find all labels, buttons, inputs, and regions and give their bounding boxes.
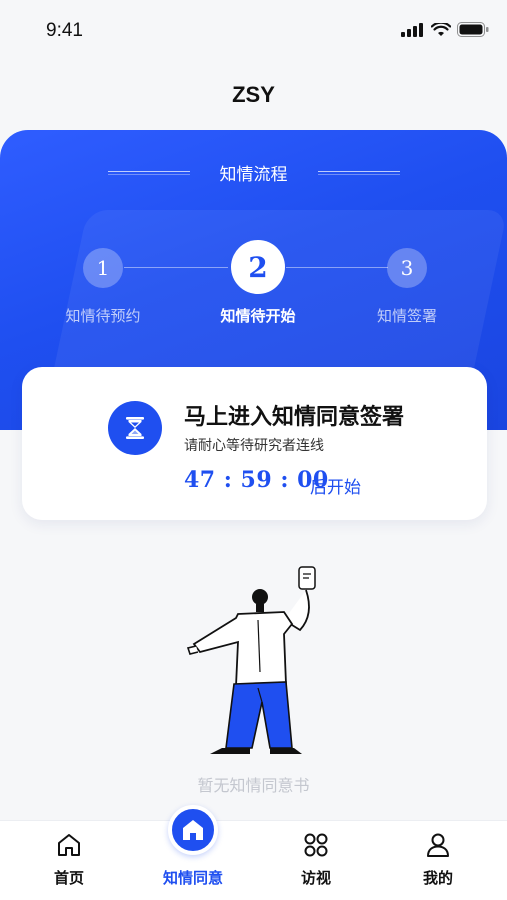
- bottom-tab-bar: 首页 知情同意 访视 我的: [0, 805, 507, 900]
- countdown-suffix: 后开始: [310, 478, 361, 498]
- step-2-circle: 2: [231, 240, 285, 294]
- signal-icon: [401, 22, 423, 37]
- tab-visit-label: 访视: [300, 869, 331, 887]
- title-decoration-right: [318, 171, 400, 175]
- tab-home[interactable]: 首页: [9, 821, 129, 900]
- status-time: 9:41: [46, 20, 83, 41]
- tab-informed-consent-label: 知情同意: [162, 869, 223, 887]
- countdown-timer: 47 : 59 : 00: [184, 467, 329, 493]
- empty-state-text: 暂无知情同意书: [197, 776, 310, 795]
- step-3-circle: 3: [387, 248, 427, 288]
- home-filled-icon: [168, 805, 218, 855]
- step-2-label: 知情待开始: [220, 307, 296, 325]
- battery-icon: [457, 22, 489, 37]
- tab-home-label: 首页: [53, 869, 84, 887]
- grid-four-circles-icon: [304, 833, 328, 857]
- status-bar: 9:41: [0, 0, 507, 64]
- process-title: 知情流程: [219, 165, 288, 185]
- card-title: 马上进入知情同意签署: [184, 405, 405, 430]
- signing-countdown-card[interactable]: 马上进入知情同意签署 请耐心等待研究者连线 47 : 59 : 00 后开始: [22, 367, 487, 520]
- home-outline-icon: [58, 834, 80, 856]
- tab-informed-consent[interactable]: 知情同意: [133, 805, 253, 900]
- step-1-circle: 1: [83, 248, 123, 288]
- hourglass-icon: [108, 401, 162, 455]
- wifi-icon: [431, 22, 451, 36]
- card-subtitle: 请耐心等待研究者连线: [184, 438, 324, 454]
- empty-state-illustration: [180, 562, 330, 757]
- step-connector-1-2: [124, 267, 228, 268]
- status-icons: [401, 22, 489, 37]
- tab-mine-label: 我的: [422, 869, 453, 887]
- step-3-label: 知情签署: [376, 307, 437, 325]
- tab-mine[interactable]: 我的: [378, 821, 498, 900]
- step-1-label: 知情待预约: [65, 307, 141, 325]
- step-connector-2-3: [286, 267, 388, 268]
- app-title: ZSY: [232, 82, 275, 107]
- user-icon: [427, 833, 449, 857]
- tab-visit[interactable]: 访视: [256, 821, 376, 900]
